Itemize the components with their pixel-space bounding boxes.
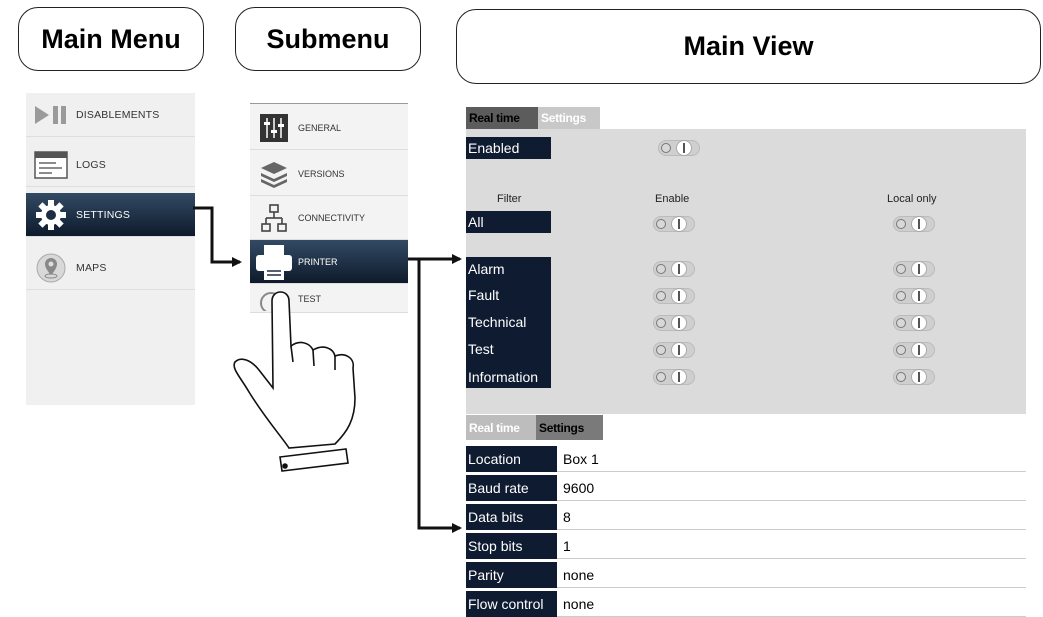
arrow-printer-to-settings <box>417 259 462 533</box>
flow-arrows <box>193 206 462 533</box>
arrow-settings-to-printer <box>193 206 242 267</box>
pointing-hand-icon <box>233 291 356 472</box>
